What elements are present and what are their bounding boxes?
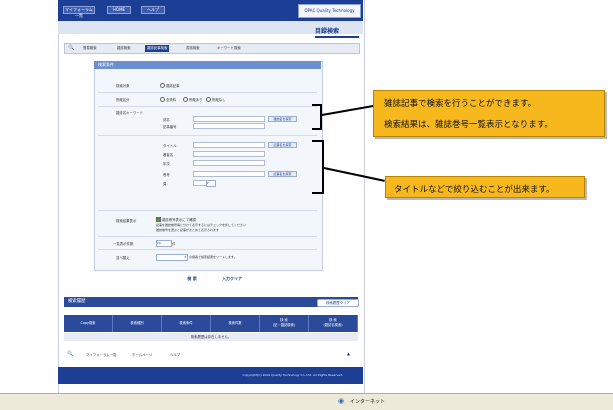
sort-label: 並べ替え <box>116 256 130 260</box>
display-label: 検索結果表示 <box>116 219 137 223</box>
tab-keyword[interactable]: キーワード検索 <box>215 45 243 52</box>
year-input[interactable] <box>193 160 265 166</box>
bottom-nav: 🔍 マイフォーラム一覧 ホームページ ヘルプ ▲ <box>64 350 358 359</box>
chevron-down-icon: ▾ <box>207 181 209 185</box>
divider <box>98 106 317 107</box>
footer: Copyright(C) 2009 Quality Technology Co.… <box>58 367 363 384</box>
tab-simple[interactable]: 簡易検索 <box>81 45 99 52</box>
volume-label: 巻号 <box>163 173 170 177</box>
page-top-icon[interactable]: ▲ <box>347 351 350 356</box>
bottom-nav-homepage[interactable]: ホームページ <box>132 352 152 357</box>
display-note-1: 雑誌巻号表示にて確認 <box>162 218 196 222</box>
divider <box>98 210 317 211</box>
form-actions: 検 索 入力クリア <box>170 275 250 283</box>
volume-lookup-button[interactable]: 記事名を探索 <box>268 171 297 177</box>
history-col-count: 検索件数 <box>211 315 260 332</box>
holding-opt-all: 全資料 <box>166 98 177 102</box>
journal-lookup-button[interactable]: 雑誌名を探索 <box>268 116 297 122</box>
page-input[interactable] <box>193 180 207 186</box>
nav-help[interactable]: ヘルプ <box>141 6 165 14</box>
volume-input[interactable] <box>193 171 265 177</box>
callout-bottom-text: タイトルなどで絞り込むことが出来ます。 <box>394 185 555 195</box>
search-tabs: 🔍 簡易検索 雑誌検索 雑誌記事検索 書誌検索 キーワード検索 <box>64 43 360 54</box>
globe-icon: ◉ <box>338 397 345 405</box>
target-radio[interactable] <box>160 83 165 88</box>
divider <box>98 92 317 93</box>
history-header: 検索履歴 <box>64 297 358 307</box>
status-zone: インターネット <box>350 399 386 405</box>
nav-myforum[interactable]: マイフォーラム一覧 <box>63 6 95 18</box>
issue-no-input[interactable] <box>193 123 265 129</box>
holding-radio-yes[interactable] <box>183 97 188 102</box>
author-label: 著者名 <box>163 153 174 157</box>
history-col-search-1: 検 索 (記・雑誌検索) <box>260 315 309 332</box>
history-col-search-2: 検 索 (雑誌名検索) <box>309 315 358 332</box>
issue-no-label: 記事番号 <box>163 125 177 129</box>
holding-opt-no: 所蔵なし <box>212 98 226 102</box>
bottom-nav-help[interactable]: ヘルプ <box>170 352 180 357</box>
bottom-nav-myforum[interactable]: マイフォーラム一覧 <box>86 352 116 357</box>
callout-bracket-bottom <box>312 140 324 194</box>
page-title-text: 目録検索 <box>315 28 340 35</box>
nav-home[interactable]: HOME <box>107 6 131 14</box>
journal-keyword-label: 雑誌名キーワード <box>116 111 144 115</box>
sort-select[interactable]: ▾ <box>156 254 188 261</box>
holding-radio-no[interactable] <box>206 97 211 102</box>
count-value: 20 <box>157 241 161 245</box>
count-label: 一覧表示件数 <box>113 242 134 246</box>
history-clear-button[interactable]: 検索履歴クリア <box>317 299 359 307</box>
page-select[interactable]: ▾ <box>206 180 216 187</box>
callout-top-line-2: 検索結果は、雑誌巻号一覧表示となります。 <box>384 120 553 130</box>
tab-article[interactable]: 雑誌記事検索 <box>145 45 170 52</box>
chevron-down-icon: ▾ <box>184 255 186 259</box>
page-title: 目録検索 <box>315 26 359 38</box>
sort-note: の順番で検索結果をソートします。 <box>189 255 237 259</box>
display-checkbox[interactable] <box>156 217 161 222</box>
callout-bottom: タイトルなどで絞り込むことが出来ます。 <box>385 176 585 198</box>
form-header: 検索条件 <box>94 61 321 69</box>
display-note-3: 雑誌巻号を選ぶと記事がまとめて表示されます <box>156 228 220 232</box>
article-title-lookup-button[interactable]: 記事名を探索 <box>268 142 297 148</box>
holding-opt-yes: 所蔵あり <box>189 98 203 102</box>
article-title-label: タイトル <box>163 144 177 148</box>
magnifier-icon: 🔍 <box>67 351 74 357</box>
tab-journal[interactable]: 雑誌検索 <box>115 45 133 52</box>
browser-status-bar: ◉ インターネット <box>0 393 613 410</box>
history-col-type: 検索種別 <box>113 315 162 332</box>
search-button[interactable]: 検 索 <box>178 275 206 282</box>
divider <box>98 249 317 250</box>
journal-name-input[interactable] <box>193 116 265 122</box>
tab-bib[interactable]: 書誌検索 <box>184 45 202 52</box>
author-input[interactable] <box>193 151 265 157</box>
year-label: 年次 <box>163 162 170 166</box>
history-empty-message: 検索履歴は存在しません。 <box>64 333 358 341</box>
magnifier-icon: 🔍 <box>68 45 75 51</box>
page-label: 頁 <box>163 182 167 186</box>
callout-bracket-top <box>312 104 322 130</box>
callout-top: 雑誌記事で検索を行うことができます。 検索結果は、雑誌巻号一覧表示となります。 <box>373 90 605 137</box>
holding-label: 所蔵区分 <box>116 98 130 102</box>
target-option: 雑誌記事 <box>166 84 180 88</box>
count-unit: 件 <box>172 242 176 246</box>
divider <box>98 135 317 136</box>
count-select[interactable]: 20 <box>156 240 172 247</box>
opac-logo: OPAC Quality Technology <box>298 4 361 18</box>
article-title-input[interactable] <box>193 142 265 148</box>
history-col-cond: 検索条件 <box>162 315 211 332</box>
history-col-copy: Copy検索 <box>64 315 113 332</box>
journal-name-label: 誌名 <box>163 118 170 122</box>
callout-top-line-1: 雑誌記事で検索を行うことができます。 <box>384 99 537 109</box>
divider <box>98 236 317 237</box>
display-note-2: 記事を雑誌巻号毎に分けて表示するにはチェックを外してください <box>156 223 246 227</box>
search-target-label: 検索対象 <box>116 84 130 88</box>
clear-button[interactable]: 入力クリア <box>216 275 248 282</box>
holding-radio-all[interactable] <box>160 97 165 102</box>
